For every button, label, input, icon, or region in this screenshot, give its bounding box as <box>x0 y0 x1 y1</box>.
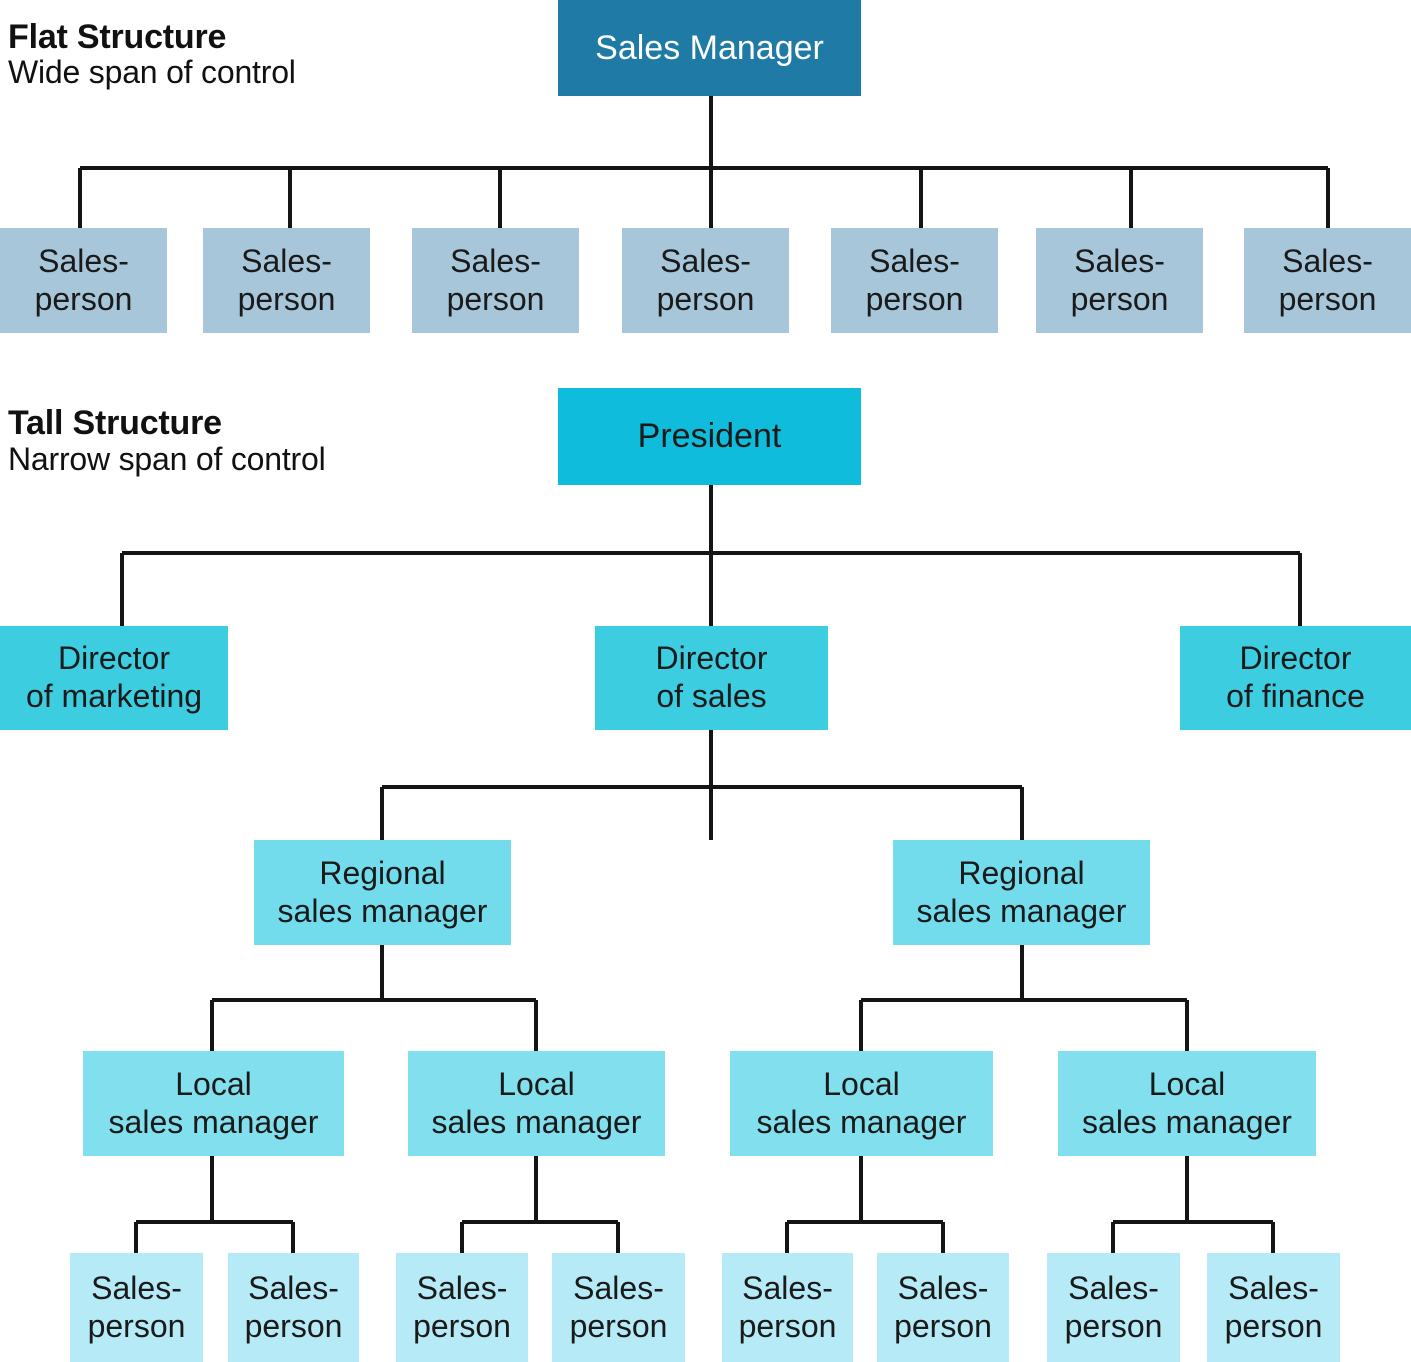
regional-sales-manager-box-2: Regional sales manager <box>893 840 1150 945</box>
director-of-finance-box: Director of finance <box>1180 626 1411 730</box>
section-subtitle-tall: Narrow span of control <box>8 441 326 477</box>
org-chart-diagram: Flat Structure Wide span of control Tall S… <box>0 0 1411 1362</box>
tall-salesperson-box-2: Sales- person <box>228 1253 359 1362</box>
local-sales-manager-box-1: Local sales manager <box>83 1051 344 1156</box>
president-box: President <box>558 388 861 485</box>
flat-salesperson-box-1: Sales- person <box>0 228 167 333</box>
section-subtitle-flat: Wide span of control <box>8 54 296 90</box>
section-title-flat: Flat Structure <box>8 18 227 56</box>
tall-salesperson-box-7: Sales- person <box>1047 1253 1180 1362</box>
tall-salesperson-box-5: Sales- person <box>722 1253 853 1362</box>
tall-salesperson-box-8: Sales- person <box>1207 1253 1340 1362</box>
director-of-marketing-box: Director of marketing <box>0 626 228 730</box>
flat-salesperson-box-2: Sales- person <box>203 228 370 333</box>
regional-sales-manager-box-1: Regional sales manager <box>254 840 511 945</box>
local-sales-manager-box-3: Local sales manager <box>730 1051 993 1156</box>
flat-salesperson-box-3: Sales- person <box>412 228 579 333</box>
tall-salesperson-box-1: Sales- person <box>70 1253 203 1362</box>
flat-salesperson-box-6: Sales- person <box>1036 228 1203 333</box>
flat-salesperson-box-5: Sales- person <box>831 228 998 333</box>
local-sales-manager-box-2: Local sales manager <box>408 1051 665 1156</box>
director-of-sales-box: Director of sales <box>595 626 828 730</box>
tall-salesperson-box-4: Sales- person <box>552 1253 685 1362</box>
flat-salesperson-box-4: Sales- person <box>622 228 789 333</box>
tall-salesperson-box-3: Sales- person <box>396 1253 528 1362</box>
section-title-tall: Tall Structure <box>8 404 222 442</box>
local-sales-manager-box-4: Local sales manager <box>1058 1051 1316 1156</box>
flat-salesperson-box-7: Sales- person <box>1244 228 1411 333</box>
sales-manager-box: Sales Manager <box>558 0 861 96</box>
tall-salesperson-box-6: Sales- person <box>877 1253 1009 1362</box>
